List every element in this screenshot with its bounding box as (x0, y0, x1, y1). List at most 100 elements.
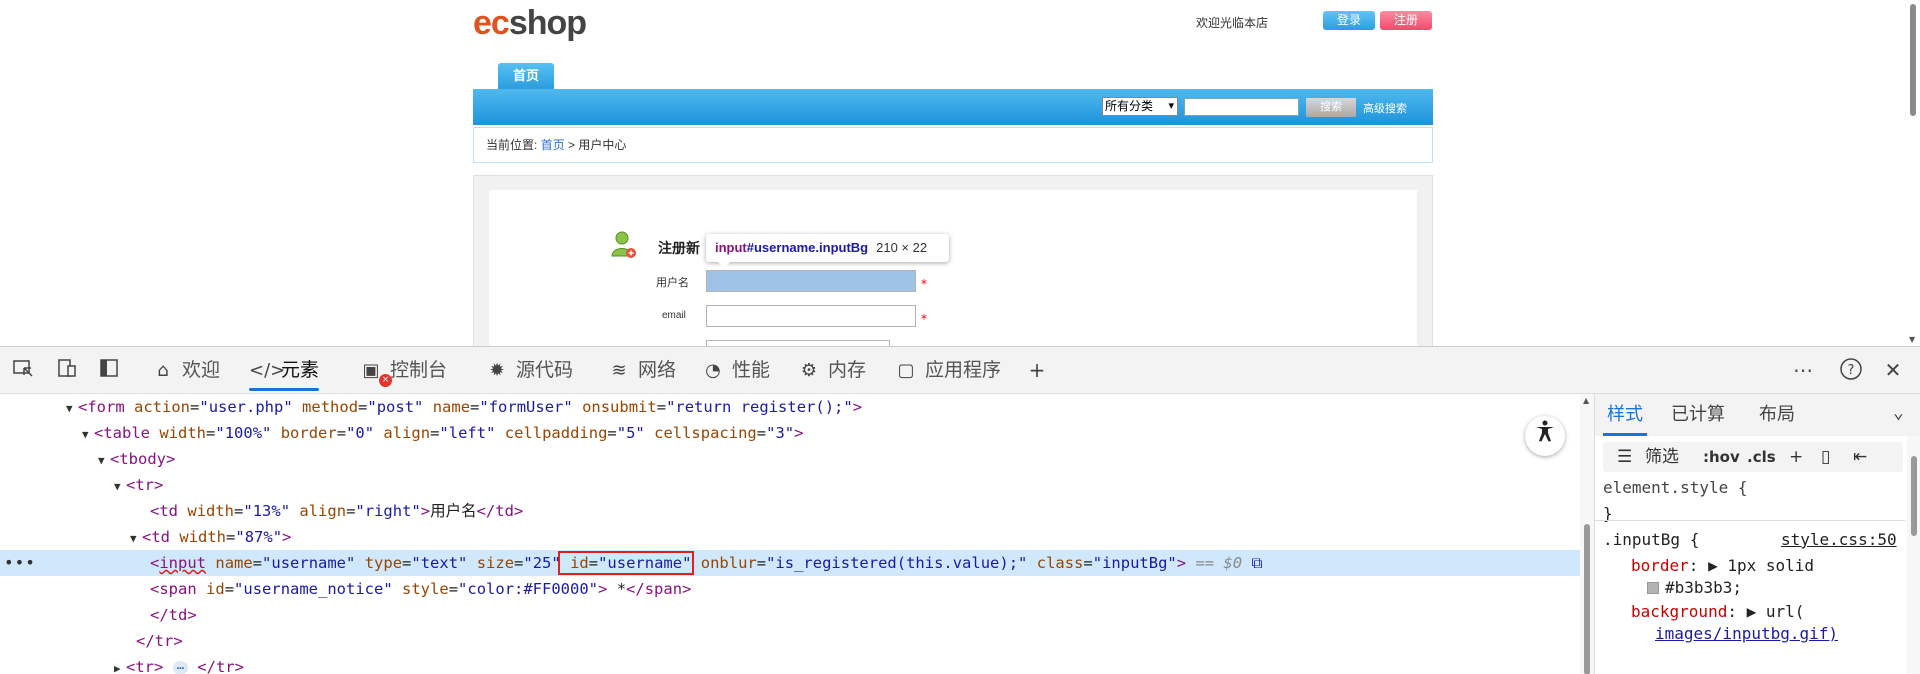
toggle-sidebar-icon[interactable]: ⇤ (1853, 442, 1867, 472)
username-required-mark: * (921, 277, 927, 291)
breadcrumb-home-link[interactable]: 首页 (541, 138, 565, 152)
tab-styles[interactable]: 样式 (1603, 394, 1647, 436)
elements-scrollbar-thumb[interactable] (1584, 524, 1590, 674)
styles-scrollbar[interactable] (1907, 436, 1920, 674)
help-icon[interactable]: ? (1838, 357, 1864, 383)
accessibility-icon[interactable] (1525, 416, 1565, 456)
tab-performance[interactable]: ◔ 性能 (700, 347, 770, 394)
device-emulation-icon[interactable] (54, 357, 80, 383)
email-input[interactable] (706, 305, 916, 327)
attribute-align[interactable]: align="right" (290, 502, 420, 520)
tab-layout[interactable]: 布局 (1759, 394, 1795, 436)
tag-name: td (151, 528, 171, 546)
node-link-icon[interactable]: ⧉ (1251, 554, 1262, 572)
tooltip-tag: input (715, 240, 747, 255)
add-tab-icon[interactable]: + (1024, 357, 1050, 383)
prop-background[interactable]: background: ▶ url( (1631, 600, 1804, 624)
attribute-class[interactable]: class="inputBg" (1027, 554, 1177, 572)
register-button[interactable]: 注册 (1380, 11, 1432, 30)
expand-triangle-icon[interactable]: ▼ (98, 448, 110, 474)
dom-node[interactable]: <td width="13%" align="right">用户名</td> (0, 498, 1580, 524)
advanced-search-link[interactable]: 高级搜索 (1363, 100, 1407, 116)
attribute-name[interactable]: name="username" (206, 554, 355, 572)
dom-node[interactable]: ▼ <td width="87%"> (0, 524, 1580, 550)
search-button[interactable]: 搜索 (1306, 98, 1356, 117)
tab-home[interactable]: 首页 (498, 63, 554, 89)
attribute-method[interactable]: method="post" (293, 398, 423, 416)
attribute-onblur[interactable]: onblur="is_registered(this.value);" (691, 554, 1028, 572)
tab-elements[interactable]: </>元素 (249, 347, 320, 394)
category-select[interactable]: 所有分类 (1102, 97, 1178, 116)
tab-memory[interactable]: ⚙ 内存 (796, 347, 866, 394)
dom-node[interactable]: <span id="username_notice" style="color:… (0, 576, 1580, 602)
prop-border[interactable]: border: ▶ 1px solid (1631, 554, 1814, 578)
rule-source-link[interactable]: style.css:50 (1781, 528, 1897, 552)
attribute-type[interactable]: type="text" (355, 554, 468, 572)
tab-application[interactable]: ▢ 应用程序 (893, 347, 1001, 394)
styles-tabs: 样式 已计算 布局 ⌄ (1595, 394, 1920, 436)
filter-input[interactable]: 筛选 (1645, 442, 1679, 472)
dock-sidebar-icon[interactable] (96, 357, 122, 383)
attribute-cellspacing[interactable]: cellspacing="3" (645, 424, 794, 442)
site-logo[interactable]: ecshop (473, 4, 587, 43)
cls-button[interactable]: .cls (1747, 442, 1776, 472)
new-rule-icon[interactable]: + (1789, 442, 1803, 472)
inspect-element-icon[interactable] (10, 357, 36, 383)
attribute-cellpadding[interactable]: cellpadding="5" (495, 424, 645, 442)
dom-node[interactable]: </tr> (0, 628, 1580, 654)
attribute-id[interactable]: id="username_notice" (197, 580, 393, 598)
collapse-triangle-icon[interactable]: ▶ (114, 656, 126, 674)
dom-node[interactable]: ▼ <form action="user.php" method="post" n… (0, 394, 1580, 420)
prop-background-url[interactable]: images/inputbg.gif) (1655, 622, 1838, 646)
attribute-action[interactable]: action="user.php" (125, 398, 293, 416)
expand-triangle-icon[interactable]: ▼ (130, 526, 142, 552)
attribute-align[interactable]: align="left" (374, 424, 495, 442)
email-label: email (662, 310, 686, 321)
tag-name: form (87, 398, 125, 416)
attribute-width[interactable]: width="87%" (170, 528, 282, 546)
dom-node-selected[interactable]: ••• <input name="username" type="text" si… (0, 550, 1580, 576)
chevron-down-icon[interactable]: ⌄ (1893, 402, 1904, 423)
expand-triangle-icon[interactable]: ▼ (82, 422, 94, 448)
dom-node[interactable]: ▶ <tr> ⋯ </tr> (0, 654, 1580, 674)
tab-welcome[interactable]: ⌂ 欢迎 (150, 347, 220, 394)
filter-icon[interactable]: ☰ (1617, 442, 1632, 472)
tab-sources[interactable]: ✹ 源代码 (484, 347, 573, 394)
tab-computed[interactable]: 已计算 (1671, 394, 1725, 436)
styles-scrollbar-thumb[interactable] (1911, 456, 1917, 536)
console-ref: == $0 (1195, 554, 1243, 572)
dom-node[interactable]: ▼ <table width="100%" border="0" align="l… (0, 420, 1580, 446)
attribute-name[interactable]: name="formUser" (423, 398, 573, 416)
tab-network[interactable]: ≋ 网络 (606, 347, 676, 394)
close-icon[interactable]: ✕ (1880, 357, 1906, 383)
dom-node[interactable]: ▼ <tr> (0, 472, 1580, 498)
attribute-border[interactable]: border="0" (271, 424, 374, 442)
paint-brush-icon[interactable]: ▯ (1821, 442, 1830, 472)
attribute-onsubmit[interactable]: onsubmit="return register();" (573, 398, 853, 416)
node-menu-icon[interactable]: ••• (4, 550, 36, 576)
search-input[interactable] (1184, 98, 1299, 116)
attribute-width[interactable]: width="100%" (150, 424, 271, 442)
dom-node[interactable]: ▼ <tbody> (0, 446, 1580, 472)
scroll-down-icon[interactable]: ▼ (1909, 335, 1915, 344)
attribute-size[interactable]: size="25" (467, 554, 561, 572)
page-scrollbar-thumb[interactable] (1910, 4, 1916, 116)
login-button[interactable]: 登录 (1323, 11, 1375, 30)
expand-triangle-icon[interactable]: ▼ (114, 474, 126, 500)
attribute-style[interactable]: style="color:#FF0000" (393, 580, 598, 598)
expand-triangle-icon[interactable]: ▼ (66, 396, 78, 422)
prop-border-color[interactable]: #b3b3b3; (1647, 576, 1742, 600)
dom-node[interactable]: </td> (0, 602, 1580, 628)
username-input[interactable] (706, 270, 916, 292)
more-options-icon[interactable]: ⋯ (1790, 357, 1816, 383)
tab-console[interactable]: ▣ 控制台 (358, 347, 447, 394)
page-scrollbar[interactable]: ▼ (1906, 0, 1920, 346)
attribute-id[interactable]: id="username" (557, 551, 695, 575)
elements-scrollbar[interactable]: ▲ (1580, 394, 1594, 674)
scroll-up-icon[interactable]: ▲ (1583, 396, 1589, 405)
element-style-selector: element.style { (1603, 478, 1748, 497)
color-swatch[interactable] (1647, 582, 1659, 594)
hov-button[interactable]: :hov (1703, 442, 1740, 472)
expand-ellipsis-icon[interactable]: ⋯ (172, 661, 188, 674)
attribute-width[interactable]: width="13%" (178, 502, 290, 520)
